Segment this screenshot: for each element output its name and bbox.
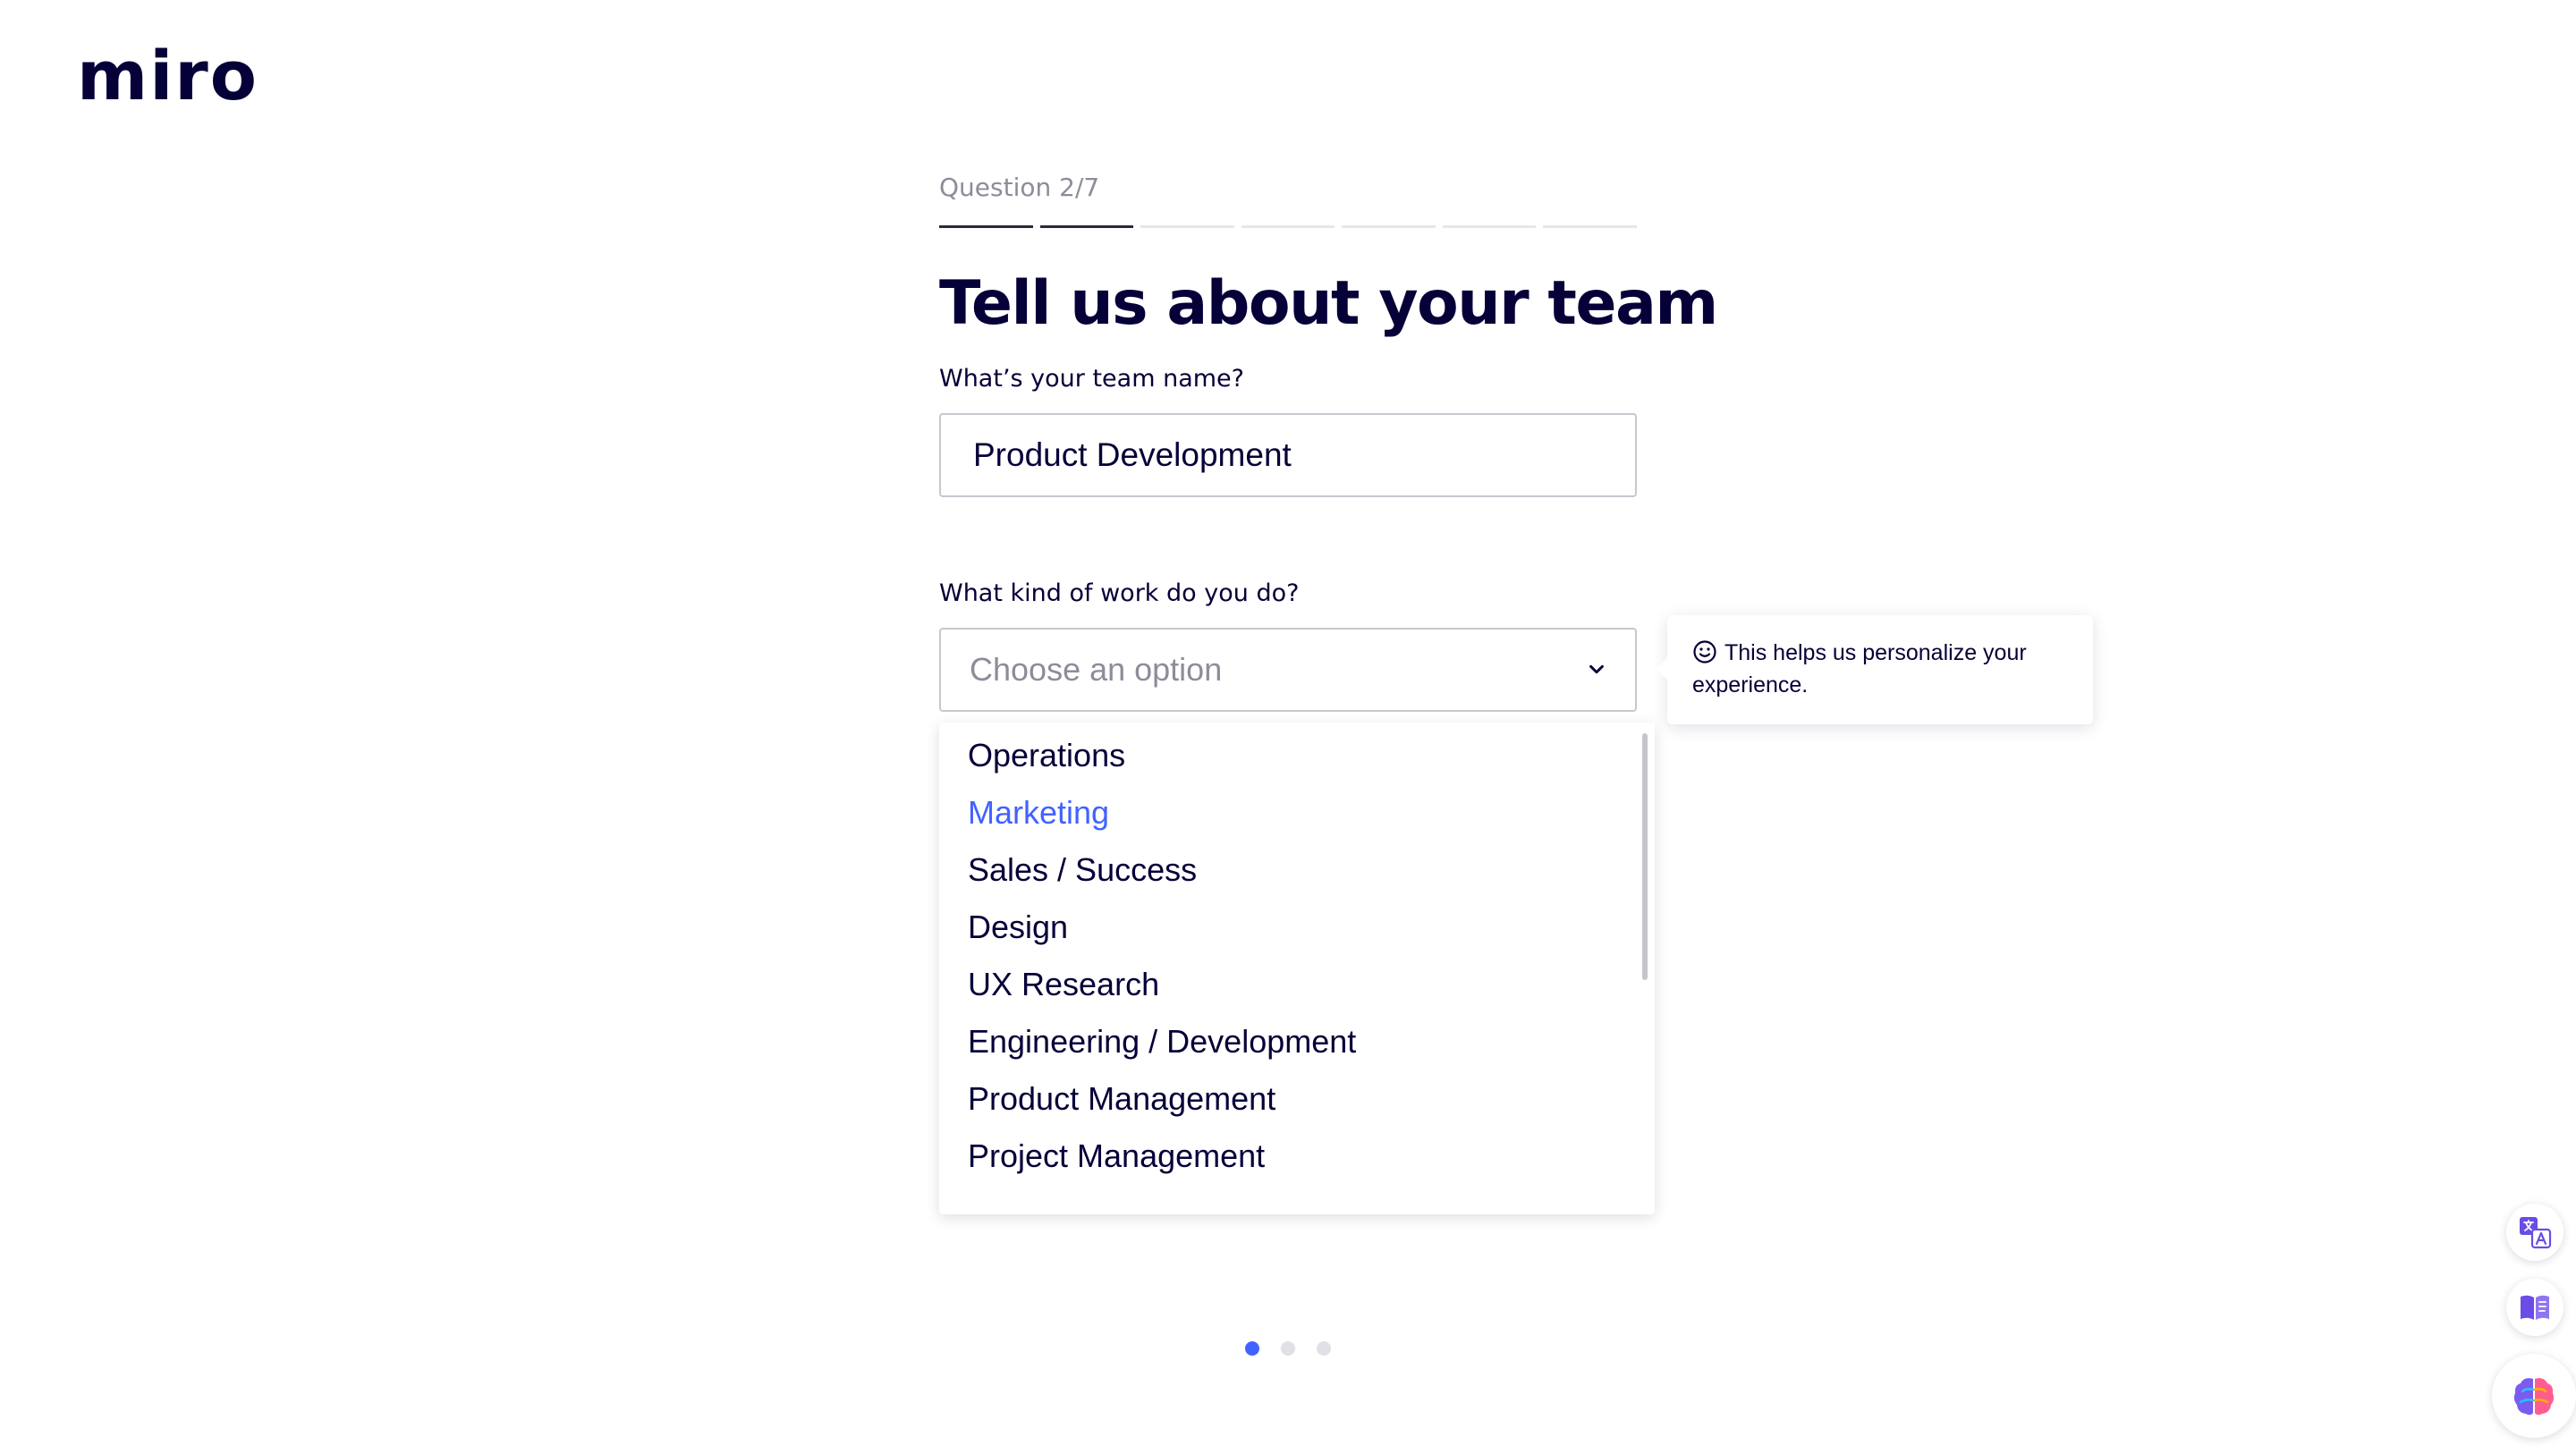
- page-title: Tell us about your team: [939, 268, 1718, 339]
- team-name-label: What’s your team name?: [939, 365, 1244, 393]
- pagination-dot-1[interactable]: [1245, 1341, 1259, 1356]
- progress-segment: [1039, 225, 1134, 228]
- work-kind-label: What kind of work do you do?: [939, 579, 1300, 607]
- team-name-input[interactable]: Product Development: [939, 413, 1637, 497]
- translate-icon: [2520, 1217, 2552, 1249]
- progress-segment: [1442, 225, 1537, 228]
- tooltip-text: This helps us personalize your experienc…: [1692, 640, 2027, 697]
- progress-segment: [1342, 225, 1436, 228]
- smile-icon: [1693, 640, 1716, 664]
- chevron-down-icon: [1589, 664, 1604, 674]
- onboarding-form: Question 2/7 Tell us about your team Wha…: [939, 170, 1718, 1214]
- team-name-value: Product Development: [973, 436, 1292, 473]
- dropdown-option-design[interactable]: Design: [968, 905, 1068, 950]
- work-kind-select[interactable]: Choose an option: [939, 628, 1637, 712]
- dropdown-option-sales-success[interactable]: Sales / Success: [968, 848, 1197, 892]
- dropdown-option-marketing[interactable]: Marketing: [968, 790, 1109, 835]
- progress-segment: [1140, 225, 1234, 228]
- translate-button[interactable]: [2506, 1204, 2563, 1261]
- dropdown-scrollbar[interactable]: [1642, 733, 1648, 980]
- work-kind-dropdown: Operations Marketing Sales / Success Des…: [939, 723, 1655, 1214]
- work-kind-placeholder: Choose an option: [970, 651, 1223, 688]
- pagination-dot-2[interactable]: [1281, 1341, 1295, 1356]
- progress-bar: [939, 225, 1638, 228]
- progress-segment: [1543, 225, 1638, 228]
- ai-assistant-button[interactable]: [2492, 1354, 2576, 1438]
- personalize-tooltip: This helps us personalize your experienc…: [1657, 615, 2093, 724]
- pagination-dots: [1245, 1341, 1331, 1356]
- dropdown-option-operations[interactable]: Operations: [968, 733, 1125, 778]
- dropdown-option-project-management[interactable]: Project Management: [968, 1134, 1265, 1179]
- dropdown-option-ux-research[interactable]: UX Research: [968, 962, 1159, 1007]
- miro-logo: miro: [77, 36, 258, 115]
- pagination-dot-3[interactable]: [1317, 1341, 1331, 1356]
- brain-icon: [2513, 1378, 2555, 1416]
- question-progress-label: Question 2/7: [939, 173, 1100, 202]
- dropdown-option-engineering[interactable]: Engineering / Development: [968, 1019, 1356, 1064]
- progress-segment: [939, 225, 1033, 228]
- dropdown-option-product-management[interactable]: Product Management: [968, 1077, 1275, 1121]
- progress-segment: [1241, 225, 1335, 228]
- guide-button[interactable]: [2506, 1279, 2563, 1336]
- book-icon: [2521, 1295, 2549, 1320]
